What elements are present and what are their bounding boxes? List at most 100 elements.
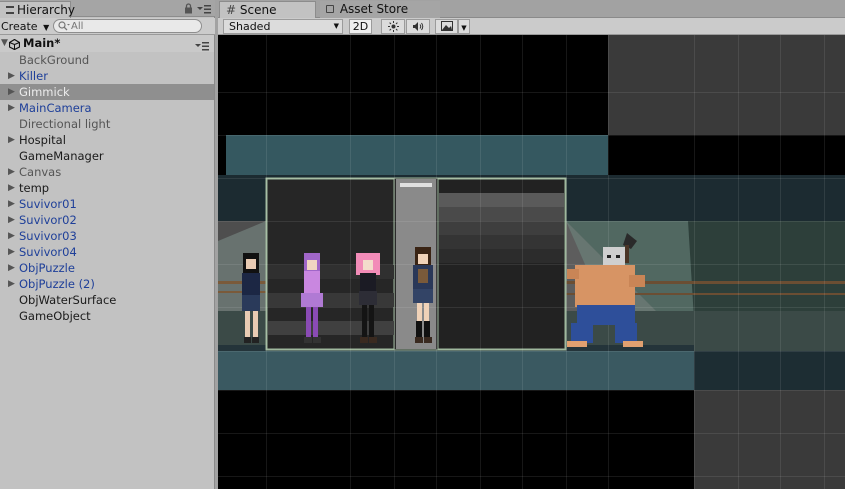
hierarchy-item-label: Suvivor02 — [19, 213, 77, 227]
grid-line — [522, 35, 523, 489]
grid-line — [218, 433, 845, 434]
tab-asset-store[interactable]: Asset Store — [320, 1, 440, 18]
grid-line — [218, 178, 845, 179]
tab-asset-store-label: Asset Store — [339, 2, 409, 16]
expand-triangle-icon[interactable]: ▶ — [8, 84, 15, 100]
hierarchy-item[interactable]: BackGround — [0, 52, 214, 68]
lock-icon[interactable] — [184, 3, 193, 17]
hierarchy-item-label: GameManager — [19, 149, 104, 163]
lighting-toggle-button[interactable] — [381, 19, 405, 34]
chevron-down-icon: ▼ — [461, 24, 467, 32]
search-icon — [58, 21, 70, 34]
expand-triangle-icon[interactable]: ▶ — [8, 164, 15, 180]
hierarchy-item[interactable]: ▶ ObjPuzzle — [0, 260, 214, 276]
sun-icon — [387, 21, 399, 35]
scene-view: # Scene Asset Store Shaded ▼ 2D ▼ — [218, 0, 845, 489]
expand-triangle-icon[interactable]: ▶ — [8, 68, 15, 84]
hierarchy-item-label: Suvivor03 — [19, 229, 77, 243]
hierarchy-item[interactable]: GameManager — [0, 148, 214, 164]
store-bag-icon — [326, 5, 334, 13]
tab-scene-label: Scene — [239, 3, 277, 17]
image-icon — [440, 21, 453, 34]
hierarchy-item[interactable]: ObjWaterSurface — [0, 292, 214, 308]
grid-line — [394, 35, 395, 489]
shading-mode-value: Shaded — [229, 20, 271, 33]
hierarchy-item-label: Gimmick — [19, 85, 70, 99]
panel-menu-icon[interactable] — [197, 4, 211, 17]
toggle-2d-button[interactable]: 2D — [349, 19, 372, 34]
hierarchy-item[interactable]: ▶ Suvivor02 — [0, 212, 214, 228]
expand-triangle-icon[interactable]: ▶ — [8, 244, 15, 260]
scene-name: Main* — [23, 36, 61, 50]
hierarchy-item-label: temp — [19, 181, 50, 195]
expand-triangle-icon[interactable]: ▶ — [8, 276, 15, 292]
hierarchy-item-label: ObjWaterSurface — [19, 293, 117, 307]
survivor-pink-hair-sprite — [356, 253, 380, 343]
tab-hierarchy[interactable]: Hierarchy — [0, 1, 75, 18]
audio-toggle-button[interactable] — [406, 19, 430, 34]
hierarchy-item[interactable]: ▶ Canvas — [0, 164, 214, 180]
hierarchy-item-label: Canvas — [19, 165, 62, 179]
create-label: Create — [1, 20, 38, 33]
tab-scene[interactable]: # Scene — [219, 1, 316, 18]
hierarchy-item[interactable]: Directional light — [0, 116, 214, 132]
grid-line — [218, 351, 845, 352]
hierarchy-item[interactable]: ▶ Suvivor01 — [0, 196, 214, 212]
expand-triangle-icon[interactable]: ▶ — [8, 132, 15, 148]
grid-line — [738, 35, 739, 489]
hierarchy-item[interactable]: ▶ Killer — [0, 68, 214, 84]
speaker-icon — [412, 22, 424, 35]
hierarchy-item-label: Hospital — [19, 133, 66, 147]
expand-triangle-icon[interactable]: ▶ — [8, 100, 15, 116]
list-icon — [6, 6, 14, 14]
hierarchy-item[interactable]: ▶ ObjPuzzle (2) — [0, 276, 214, 292]
hierarchy-item-label: BackGround — [19, 53, 90, 67]
survivor-purple-hair-sprite — [301, 253, 323, 343]
scene-viewport[interactable] — [218, 35, 845, 489]
chevron-down-icon: ▼ — [43, 23, 50, 32]
hierarchy-item[interactable]: GameObject — [0, 308, 214, 324]
hierarchy-item[interactable]: ▶ temp — [0, 180, 214, 196]
survivor-dark-hair-sprite — [242, 253, 260, 343]
hierarchy-item-label: Directional light — [19, 117, 111, 131]
hierarchy-item-label: ObjPuzzle (2) — [19, 277, 95, 291]
expand-triangle-icon[interactable]: ▶ — [8, 196, 15, 212]
hierarchy-item[interactable]: ▶ Hospital — [0, 132, 214, 148]
expand-triangle-icon[interactable]: ▶ — [8, 180, 15, 196]
grid-line — [218, 221, 845, 222]
toggle-2d-label: 2D — [352, 20, 369, 33]
effects-dropdown-button[interactable]: ▼ — [458, 19, 470, 34]
hierarchy-item-label: Suvivor04 — [19, 245, 77, 259]
grid-line — [266, 35, 267, 489]
hierarchy-item[interactable]: ▶ Suvivor03 — [0, 228, 214, 244]
grid-line — [780, 35, 781, 489]
expanded-triangle-icon[interactable]: ▼ — [1, 35, 8, 51]
hierarchy-item[interactable]: ▶ MainCamera — [0, 100, 214, 116]
hierarchy-item[interactable]: ▶ Suvivor04 — [0, 244, 214, 260]
grid-line — [824, 35, 825, 489]
scene-toolbar: Shaded ▼ 2D ▼ — [218, 18, 845, 35]
expand-triangle-icon[interactable]: ▶ — [8, 212, 15, 228]
grid-line — [218, 92, 845, 93]
hierarchy-tabbar: Hierarchy — [0, 0, 215, 18]
grid-line — [694, 35, 695, 489]
grid-line — [218, 135, 845, 136]
expand-triangle-icon[interactable]: ▶ — [8, 228, 15, 244]
hierarchy-item-label: MainCamera — [19, 101, 92, 115]
hierarchy-item-label: Suvivor01 — [19, 197, 77, 211]
shading-mode-dropdown[interactable]: Shaded ▼ — [223, 19, 343, 34]
effects-toggle-button[interactable] — [435, 19, 458, 34]
grid-line — [480, 35, 481, 489]
hierarchy-item-label: GameObject — [19, 309, 91, 323]
hierarchy-item-label: ObjPuzzle — [19, 261, 75, 275]
tab-hierarchy-label: Hierarchy — [17, 3, 76, 17]
expand-triangle-icon[interactable]: ▶ — [8, 260, 15, 276]
scene-tabbar: # Scene Asset Store — [218, 0, 845, 18]
survivor-brown-hair-sprite — [413, 247, 433, 343]
hierarchy-toolbar: Create ▼ — [0, 18, 215, 35]
hierarchy-item[interactable]: ▶ Gimmick — [0, 84, 214, 100]
create-dropdown[interactable]: Create ▼ — [1, 19, 49, 34]
search-input[interactable] — [71, 20, 196, 32]
scene-root-row[interactable]: ▼ Main* — [0, 35, 214, 52]
search-field[interactable] — [53, 19, 202, 33]
